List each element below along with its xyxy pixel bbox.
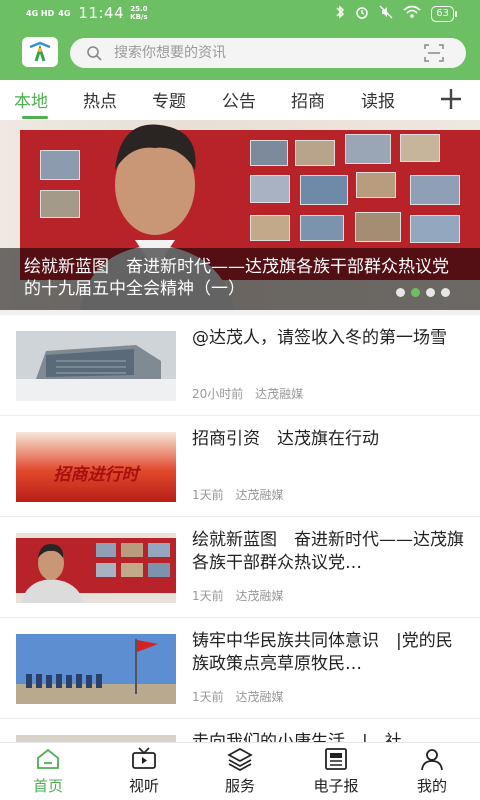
nav-profile[interactable]: 我的 bbox=[402, 747, 462, 796]
network-speed: 25.0 KB/s bbox=[130, 5, 147, 21]
banner-caption-text: 绘就新蓝图 奋进新时代——达茂旗各族干部群众热议党的十九届五中全会精神（一） bbox=[24, 257, 449, 299]
layers-icon bbox=[227, 748, 253, 771]
clock: 11:44 bbox=[78, 4, 125, 22]
search-bar[interactable] bbox=[70, 38, 466, 68]
news-source: 达茂融媒 bbox=[235, 589, 284, 603]
app-header: 4G HD 4G 11:44 25.0 KB/s 63 搜索你想要的资讯 bbox=[0, 0, 480, 80]
tab-local[interactable]: 本地 bbox=[14, 87, 48, 112]
carousel-dot[interactable] bbox=[426, 288, 435, 297]
news-time: 20小时前 bbox=[192, 387, 244, 401]
tab-investment[interactable]: 招商 bbox=[291, 87, 325, 112]
banner-carousel[interactable]: 绘就新蓝图 奋进新时代——达茂旗各族干部群众热议党的十九届五中全会精神（一） bbox=[0, 120, 480, 310]
battery-indicator: 63 bbox=[431, 6, 457, 22]
speed-unit: KB/s bbox=[130, 13, 148, 21]
tab-hot[interactable]: 热点 bbox=[83, 87, 117, 112]
tab-topics[interactable]: 专题 bbox=[152, 87, 186, 112]
carousel-dots bbox=[396, 288, 450, 297]
news-title: 铸牢中华民族共同体意识 |党的民族政策点亮草原牧民… bbox=[192, 631, 453, 674]
news-thumbnail bbox=[16, 331, 176, 401]
nav-epaper-label: 电子报 bbox=[313, 777, 359, 795]
news-time: 1天前 bbox=[192, 690, 224, 704]
home-icon bbox=[37, 748, 59, 769]
status-bar: 4G HD 4G 11:44 25.0 KB/s 63 bbox=[0, 0, 480, 28]
alarm-icon bbox=[355, 5, 369, 23]
bluetooth-icon bbox=[335, 5, 345, 23]
nav-profile-label: 我的 bbox=[416, 777, 447, 795]
thumbnail-text: 招商进行时 bbox=[53, 465, 139, 485]
news-time: 1天前 bbox=[192, 488, 224, 502]
news-source: 达茂融媒 bbox=[235, 690, 284, 704]
category-tabs: 本地 热点 专题 公告 招商 读报 bbox=[0, 80, 480, 120]
signal-indicator-2: 4G bbox=[58, 9, 70, 18]
carousel-dot-active[interactable] bbox=[411, 288, 420, 297]
news-meta: 20小时前 达茂融媒 bbox=[192, 385, 311, 402]
carousel-dot[interactable] bbox=[396, 288, 405, 297]
news-thumbnail: 招商进行时 bbox=[16, 432, 176, 502]
tv-icon bbox=[132, 747, 156, 769]
nav-services-label: 服务 bbox=[224, 777, 255, 795]
news-thumbnail bbox=[16, 634, 176, 704]
banner-caption: 绘就新蓝图 奋进新时代——达茂旗各族干部群众热议党的十九届五中全会精神（一） bbox=[0, 248, 480, 310]
news-meta: 1天前 达茂融媒 bbox=[192, 587, 291, 604]
wifi-icon bbox=[403, 5, 421, 23]
carousel-dot[interactable] bbox=[441, 288, 450, 297]
news-title: 绘就新蓝图 奋进新时代——达茂旗各族干部群众热议党… bbox=[192, 530, 464, 573]
signal-label-2: 4G bbox=[58, 8, 71, 18]
nav-home-label: 首页 bbox=[32, 777, 63, 795]
tab-fade bbox=[404, 80, 434, 120]
news-item[interactable]: 铸牢中华民族共同体意识 |党的民族政策点亮草原牧民… 1天前 达茂融媒 bbox=[0, 618, 480, 719]
news-item[interactable]: 绘就新蓝图 奋进新时代——达茂旗各族干部群众热议党… 1天前 达茂融媒 bbox=[0, 517, 480, 618]
tab-reading[interactable]: 读报 bbox=[361, 87, 395, 112]
search-icon bbox=[87, 46, 102, 61]
active-tab-indicator bbox=[22, 116, 48, 119]
news-item[interactable]: 招商进行时 招商引资 达茂旗在行动 1天前 达茂融媒 bbox=[0, 416, 480, 517]
signal-indicator: 4G HD bbox=[26, 9, 54, 18]
nav-epaper[interactable]: 电子报 bbox=[306, 747, 366, 796]
nav-services[interactable]: 服务 bbox=[210, 747, 270, 796]
news-source: 达茂融媒 bbox=[235, 488, 284, 502]
nav-media-label: 视听 bbox=[128, 777, 159, 795]
news-source: 达茂融媒 bbox=[255, 387, 304, 401]
news-item[interactable]: @达茂人，请签收入冬的第一场雪 20小时前 达茂融媒 bbox=[0, 315, 480, 416]
speed-value: 25.0 bbox=[130, 5, 148, 13]
news-title: 招商引资 达茂旗在行动 bbox=[192, 429, 379, 449]
scan-icon[interactable] bbox=[424, 44, 444, 62]
signal-label-1: 4G HD bbox=[26, 8, 55, 18]
news-title: @达茂人，请签收入冬的第一场雪 bbox=[192, 328, 447, 348]
tab-notices[interactable]: 公告 bbox=[222, 87, 256, 112]
news-meta: 1天前 达茂融媒 bbox=[192, 688, 291, 705]
news-thumbnail bbox=[16, 533, 176, 603]
nav-home[interactable]: 首页 bbox=[18, 747, 78, 796]
add-tab-icon[interactable] bbox=[438, 86, 464, 112]
search-input[interactable] bbox=[114, 38, 404, 68]
nav-media[interactable]: 视听 bbox=[114, 747, 174, 796]
news-time: 1天前 bbox=[192, 589, 224, 603]
news-meta: 1天前 达茂融媒 bbox=[192, 486, 291, 503]
bottom-navigation: 首页 视听 服务 电子报 我的 bbox=[0, 742, 480, 800]
newspaper-icon bbox=[325, 748, 347, 770]
mute-icon bbox=[379, 5, 393, 23]
app-logo[interactable] bbox=[22, 37, 58, 67]
user-icon bbox=[421, 749, 443, 771]
